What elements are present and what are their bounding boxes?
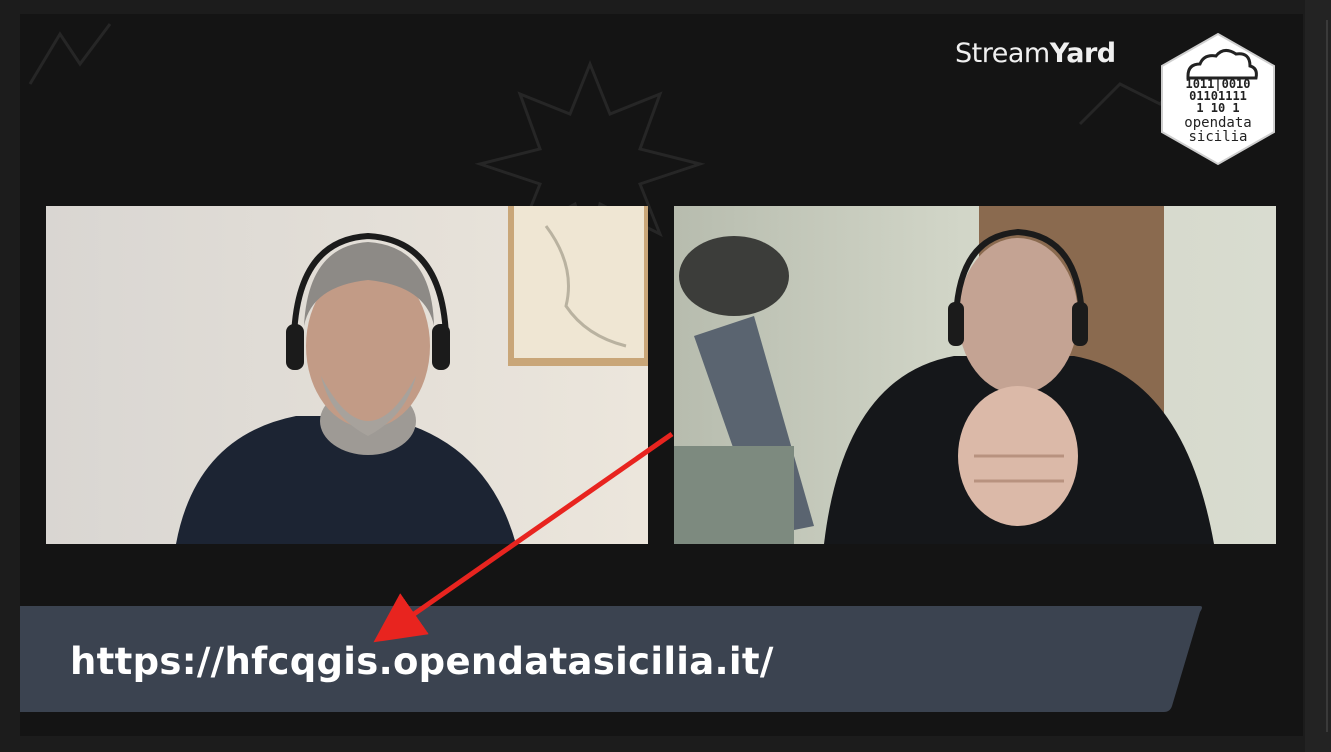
brand-name-bold: Yard	[1049, 38, 1116, 69]
brand-name-regular: Stream	[955, 38, 1050, 69]
leaf-background-icon	[28, 23, 112, 85]
scrollbar-track	[1326, 20, 1328, 732]
logo-line-opendata: opendata	[1184, 115, 1252, 131]
logo-binary-line-3: 1 10 1	[1196, 101, 1240, 115]
opendata-sicilia-logo: 1011|0010 01101111 1 10 1 opendata sicil…	[1158, 32, 1278, 166]
participant-video-icon	[674, 206, 1276, 544]
participant-video-icon	[46, 206, 648, 544]
participant-video-1[interactable]	[46, 206, 648, 544]
streamyard-brand: StreamYard	[955, 38, 1116, 69]
participant-video-2[interactable]	[674, 206, 1276, 544]
banner-url-text[interactable]: https://hfcqgis.opendatasicilia.it/	[70, 640, 774, 683]
broadcast-stage: StreamYard 1011|0010 01101111 1 10 1 ope…	[20, 14, 1303, 736]
logo-line-sicilia: sicilia	[1188, 129, 1248, 145]
